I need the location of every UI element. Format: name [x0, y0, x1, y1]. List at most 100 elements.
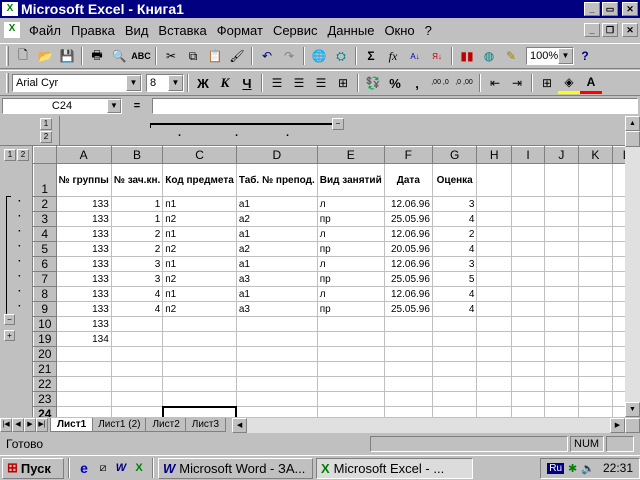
- menu-file[interactable]: Файл: [24, 23, 66, 38]
- cell[interactable]: п2: [162, 211, 237, 227]
- autosum-icon[interactable]: Σ: [360, 45, 382, 67]
- cell[interactable]: [476, 256, 512, 272]
- cell[interactable]: п1: [162, 286, 237, 302]
- cell[interactable]: 4: [431, 211, 478, 227]
- currency-icon[interactable]: 💱: [362, 72, 384, 94]
- copy-icon[interactable]: ⧉: [182, 45, 204, 67]
- function-icon[interactable]: fx: [382, 45, 404, 67]
- cell[interactable]: а3: [235, 271, 318, 287]
- cell[interactable]: [383, 316, 433, 332]
- cell[interactable]: Таб. № препод.: [235, 163, 318, 197]
- borders-icon[interactable]: ⊞: [536, 72, 558, 94]
- cell[interactable]: [476, 301, 512, 317]
- scroll-thumb[interactable]: [625, 417, 640, 433]
- cell[interactable]: пр: [316, 241, 385, 257]
- cell[interactable]: 4: [110, 286, 164, 302]
- outdent-icon[interactable]: ⇤: [484, 72, 506, 94]
- format-painter-icon[interactable]: 🖌: [226, 45, 248, 67]
- menu-help[interactable]: ?: [420, 23, 437, 38]
- cell[interactable]: пр: [316, 271, 385, 287]
- cell[interactable]: [235, 406, 318, 417]
- cell[interactable]: [510, 361, 546, 377]
- cell[interactable]: [510, 256, 546, 272]
- cell[interactable]: [577, 406, 614, 417]
- cell[interactable]: 25.05.96: [383, 271, 433, 287]
- cell[interactable]: [476, 316, 512, 332]
- cell[interactable]: [316, 391, 385, 407]
- cell[interactable]: 3: [431, 196, 478, 212]
- formula-equals-button[interactable]: =: [122, 100, 152, 112]
- cell[interactable]: [431, 346, 478, 362]
- cell[interactable]: [383, 331, 433, 347]
- cell[interactable]: [577, 376, 614, 392]
- cell[interactable]: [431, 331, 478, 347]
- cell[interactable]: Дата: [383, 163, 433, 197]
- row-expand-button[interactable]: +: [4, 330, 15, 341]
- font-color-icon[interactable]: A: [580, 72, 602, 94]
- cell[interactable]: [476, 211, 512, 227]
- spell-icon[interactable]: ABC: [130, 45, 152, 67]
- cell[interactable]: [577, 256, 614, 272]
- cell[interactable]: 4: [431, 301, 478, 317]
- cell[interactable]: 134: [55, 331, 112, 347]
- cell[interactable]: [162, 346, 237, 362]
- cell[interactable]: [544, 376, 579, 392]
- cell[interactable]: 133: [55, 241, 112, 257]
- cell[interactable]: п1: [162, 256, 237, 272]
- menu-window[interactable]: Окно: [379, 23, 419, 38]
- cell[interactable]: [544, 226, 579, 242]
- cell[interactable]: [110, 346, 164, 362]
- cell[interactable]: а1: [235, 226, 318, 242]
- help-icon[interactable]: ?: [574, 45, 596, 67]
- cell[interactable]: а1: [235, 256, 318, 272]
- cell[interactable]: 3: [110, 271, 164, 287]
- cell[interactable]: [431, 406, 478, 417]
- doc-close-button[interactable]: ✕: [622, 23, 638, 37]
- column-header[interactable]: H: [476, 146, 512, 164]
- cell[interactable]: [577, 301, 614, 317]
- chart-icon[interactable]: ▮▮: [456, 45, 478, 67]
- cell[interactable]: [577, 346, 614, 362]
- column-header[interactable]: F: [383, 146, 433, 164]
- cell[interactable]: [110, 376, 164, 392]
- cell[interactable]: [577, 331, 614, 347]
- cell[interactable]: [544, 331, 579, 347]
- map-icon[interactable]: ◍: [478, 45, 500, 67]
- row-header[interactable]: 8: [33, 286, 57, 302]
- tray-app-icon[interactable]: ✱: [568, 462, 577, 475]
- cell[interactable]: а1: [235, 196, 318, 212]
- row-header[interactable]: 22: [33, 376, 57, 392]
- hyperlink-icon[interactable]: 🌐: [308, 45, 330, 67]
- minimize-button[interactable]: _: [584, 2, 600, 16]
- cell[interactable]: [544, 241, 579, 257]
- cell[interactable]: [316, 331, 385, 347]
- row-header[interactable]: 21: [33, 361, 57, 377]
- column-header[interactable]: E: [316, 146, 385, 164]
- cell[interactable]: [55, 361, 112, 377]
- drawing-icon[interactable]: ✎: [500, 45, 522, 67]
- cell[interactable]: [577, 211, 614, 227]
- cell[interactable]: [544, 286, 579, 302]
- cell[interactable]: Вид занятий: [316, 163, 385, 197]
- cell[interactable]: [544, 271, 579, 287]
- cell[interactable]: 2: [431, 226, 478, 242]
- last-sheet-button[interactable]: ▶|: [36, 418, 48, 432]
- increase-decimal-button[interactable]: ,00 ,0: [428, 72, 452, 94]
- row-header[interactable]: 2: [33, 196, 57, 212]
- cell[interactable]: пр: [316, 211, 385, 227]
- column-collapse-button[interactable]: −: [332, 118, 344, 130]
- cell[interactable]: [476, 241, 512, 257]
- cell[interactable]: а2: [235, 241, 318, 257]
- fill-color-icon[interactable]: ◈: [558, 72, 580, 94]
- cell[interactable]: [544, 391, 579, 407]
- cell[interactable]: [110, 316, 164, 332]
- cell[interactable]: [162, 316, 237, 332]
- cell[interactable]: 133: [55, 256, 112, 272]
- row-header[interactable]: 9: [33, 301, 57, 317]
- column-header[interactable]: D: [235, 146, 318, 164]
- cell[interactable]: [510, 163, 546, 197]
- scroll-left-button[interactable]: ◀: [232, 417, 248, 433]
- underline-button[interactable]: Ч: [236, 72, 258, 94]
- taskbar-word[interactable]: W Microsoft Word - ЗА...: [158, 457, 313, 479]
- cell[interactable]: 133: [55, 226, 112, 242]
